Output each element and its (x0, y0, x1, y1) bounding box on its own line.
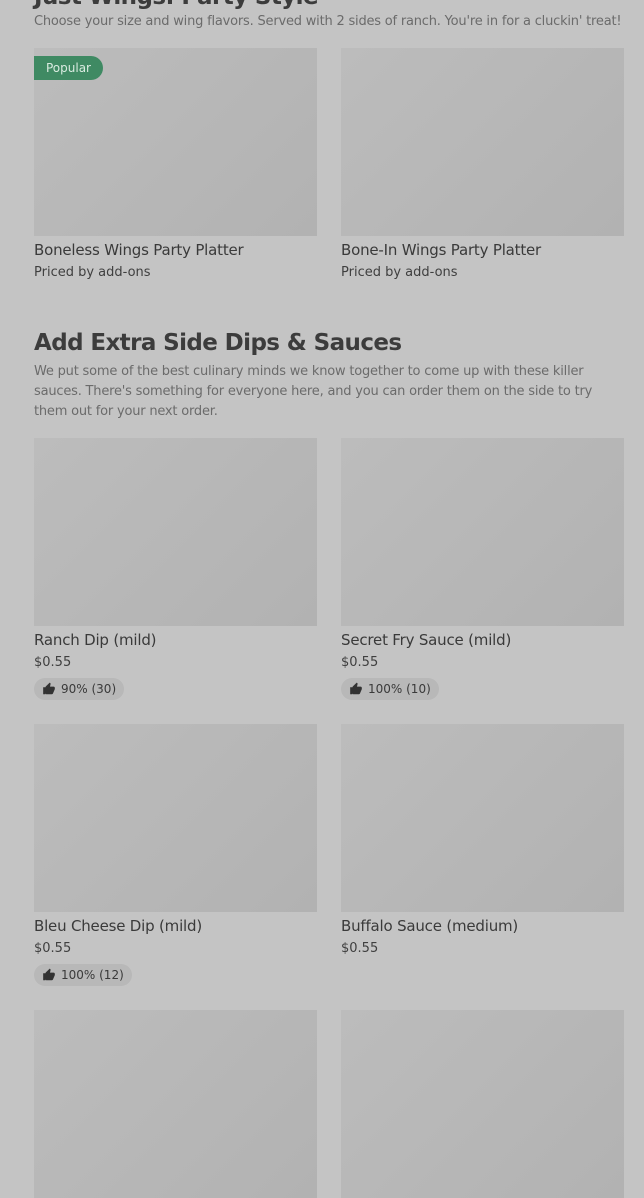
menu-item-buffalo-sauce[interactable]: Buffalo Sauce (medium) $0.55 (341, 724, 624, 986)
popular-badge: Popular (34, 56, 103, 80)
rating-badge: 100% (10) (341, 678, 439, 700)
wings-section-title: Just Wings: Party Style (34, 0, 319, 10)
menu-item-secret-fry-sauce[interactable]: Secret Fry Sauce (mild) $0.55 100% (10) (341, 438, 624, 700)
item-price: $0.55 (341, 941, 379, 956)
item-image[interactable] (34, 724, 317, 912)
rating-text: 90% (30) (61, 682, 117, 696)
dips-section-title: Add Extra Side Dips & Sauces (34, 330, 402, 356)
rating-text: 100% (10) (368, 682, 431, 696)
item-name: Secret Fry Sauce (mild) (341, 631, 512, 649)
item-image[interactable] (341, 438, 624, 626)
menu-page: Just Wings: Party Style Choose your size… (0, 0, 644, 1198)
item-name: Bone-In Wings Party Platter (341, 241, 542, 259)
item-image[interactable] (341, 724, 624, 912)
rating-text: 100% (12) (61, 968, 124, 982)
item-price: Priced by add-ons (341, 265, 458, 280)
item-image[interactable] (341, 1010, 624, 1198)
item-image[interactable] (341, 48, 624, 236)
thumbs-up-icon (43, 968, 55, 981)
thumbs-up-icon (43, 682, 55, 695)
rating-badge: 90% (30) (34, 678, 125, 700)
menu-item-placeholder[interactable] (34, 1010, 317, 1198)
wings-section-description: Choose your size and wing flavors. Serve… (34, 14, 622, 29)
thumbs-up-icon (350, 682, 362, 695)
menu-item-placeholder[interactable] (341, 1010, 624, 1198)
item-name: Bleu Cheese Dip (mild) (34, 917, 202, 935)
menu-item-bone-in-wings[interactable]: Bone-In Wings Party Platter Priced by ad… (341, 48, 624, 288)
menu-item-boneless-wings[interactable]: Popular Boneless Wings Party Platter Pri… (34, 48, 317, 288)
menu-item-bleu-cheese-dip[interactable]: Bleu Cheese Dip (mild) $0.55 100% (12) (34, 724, 317, 986)
rating-badge: 100% (12) (34, 964, 132, 986)
item-name: Boneless Wings Party Platter (34, 241, 244, 259)
item-name: Buffalo Sauce (medium) (341, 917, 519, 935)
item-price: $0.55 (34, 941, 72, 956)
menu-item-ranch-dip[interactable]: Ranch Dip (mild) $0.55 90% (30) (34, 438, 317, 700)
item-price: Priced by add-ons (34, 265, 151, 280)
item-price: $0.55 (34, 655, 72, 670)
dips-section-description: We put some of the best culinary minds w… (34, 364, 593, 419)
item-image[interactable] (34, 438, 317, 626)
item-image[interactable] (34, 1010, 317, 1198)
item-name: Ranch Dip (mild) (34, 631, 157, 649)
item-price: $0.55 (341, 655, 379, 670)
